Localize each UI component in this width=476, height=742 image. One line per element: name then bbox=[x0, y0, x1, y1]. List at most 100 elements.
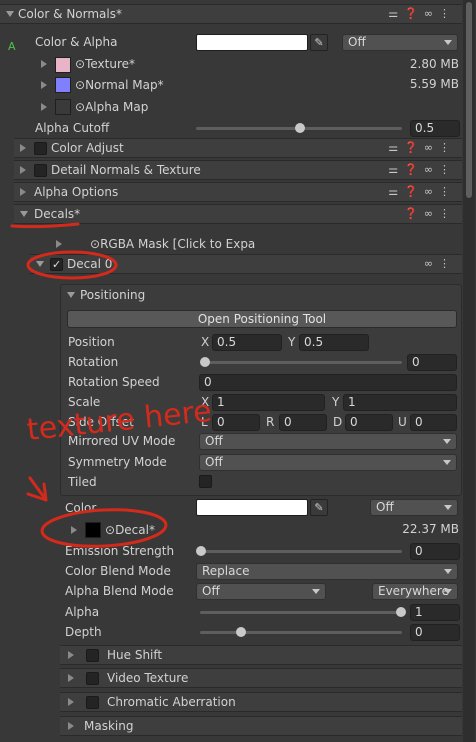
expand-triangle-icon[interactable] bbox=[20, 166, 26, 174]
alpha-blend-mode-label: Alpha Blend Mode bbox=[65, 584, 174, 598]
decal-0-checkbox[interactable] bbox=[50, 257, 63, 271]
decal-thumbnail[interactable] bbox=[85, 522, 101, 538]
settings-sliders-icon[interactable]: ⚌ bbox=[388, 163, 398, 176]
rotation-slider[interactable] bbox=[202, 361, 402, 364]
alpha-blend-scope-dropdown[interactable]: Everywhere bbox=[372, 583, 458, 600]
more-menu-icon[interactable]: ⋮ bbox=[439, 207, 450, 220]
scale-y-field[interactable]: 1 bbox=[343, 394, 457, 411]
slider-knob[interactable] bbox=[396, 607, 406, 617]
expand-triangle-icon[interactable] bbox=[41, 60, 47, 68]
scrollbar-thumb[interactable] bbox=[466, 2, 472, 198]
color-adjust-checkbox[interactable] bbox=[34, 141, 47, 155]
link-icon[interactable]: ∞ bbox=[424, 207, 433, 220]
expand-triangle-icon[interactable] bbox=[36, 261, 44, 267]
masking-header[interactable]: Masking bbox=[60, 716, 462, 736]
link-icon[interactable]: ∞ bbox=[424, 163, 433, 176]
depth-field[interactable]: 0 bbox=[410, 624, 460, 641]
vertical-scrollbar[interactable] bbox=[463, 0, 475, 742]
slider-knob[interactable] bbox=[236, 627, 246, 637]
rgba-mask-label[interactable]: ⊙RGBA Mask [Click to Expa bbox=[90, 237, 255, 251]
help-icon[interactable]: ❓ bbox=[404, 163, 418, 176]
expand-triangle-icon[interactable] bbox=[20, 211, 28, 217]
expand-triangle-icon[interactable] bbox=[68, 674, 74, 682]
expand-triangle-icon[interactable] bbox=[6, 11, 14, 17]
video-texture-checkbox[interactable] bbox=[86, 671, 99, 685]
texture-thumbnail[interactable] bbox=[55, 57, 71, 73]
emission-strength-field[interactable]: 0 bbox=[410, 543, 460, 560]
rotation-speed-field[interactable]: 0 bbox=[199, 374, 457, 391]
alpha-cutoff-field[interactable]: 0.5 bbox=[410, 120, 460, 137]
link-icon[interactable]: ∞ bbox=[424, 257, 433, 270]
more-menu-icon[interactable]: ⋮ bbox=[439, 163, 450, 176]
alpha-map-thumbnail[interactable] bbox=[55, 99, 71, 115]
expand-triangle-icon[interactable] bbox=[20, 188, 26, 196]
rotation-field[interactable]: 0 bbox=[407, 354, 457, 371]
mirrored-uv-dropdown[interactable]: Off bbox=[199, 433, 457, 450]
expand-triangle-icon[interactable] bbox=[68, 698, 74, 706]
decal-color-label: Color bbox=[65, 501, 97, 515]
annotation-arrow bbox=[26, 476, 48, 502]
decal-color-mode-dropdown[interactable]: Off bbox=[370, 499, 458, 516]
decals-header[interactable]: Decals* ❓ ∞ ⋮ bbox=[14, 204, 462, 224]
slider-knob[interactable] bbox=[196, 546, 206, 556]
eyedropper-icon[interactable]: ✎ bbox=[310, 499, 328, 516]
video-texture-header[interactable]: Video Texture bbox=[60, 668, 462, 688]
side-offset-u-field[interactable]: 0 bbox=[410, 414, 457, 431]
expand-triangle-icon[interactable] bbox=[68, 651, 74, 659]
position-x-field[interactable]: 0.5 bbox=[212, 334, 282, 351]
chromatic-aberration-checkbox[interactable] bbox=[86, 695, 99, 709]
scale-x-field[interactable]: 1 bbox=[212, 394, 325, 411]
emission-strength-slider[interactable] bbox=[200, 550, 402, 553]
symmetry-mode-dropdown[interactable]: Off bbox=[199, 454, 457, 471]
side-offset-r-field[interactable]: 0 bbox=[279, 414, 327, 431]
expand-triangle-icon[interactable] bbox=[56, 240, 62, 248]
settings-sliders-icon[interactable]: ⚌ bbox=[388, 185, 398, 198]
alpha-blend-mode-dropdown[interactable]: Off bbox=[196, 583, 326, 600]
position-y-field[interactable]: 0.5 bbox=[299, 334, 369, 351]
color-alpha-mode-dropdown[interactable]: Off bbox=[342, 34, 458, 51]
expand-triangle-icon[interactable] bbox=[20, 144, 26, 152]
color-adjust-header[interactable]: Color Adjust ⚌ ❓ ∞ ⋮ bbox=[14, 138, 462, 158]
settings-sliders-icon[interactable]: ⚌ bbox=[388, 141, 398, 154]
help-icon[interactable]: ❓ bbox=[404, 141, 418, 154]
alpha-slider[interactable] bbox=[200, 611, 402, 614]
more-menu-icon[interactable]: ⋮ bbox=[439, 185, 450, 198]
alpha-options-header[interactable]: Alpha Options ⚌ ❓ ∞ ⋮ bbox=[14, 182, 462, 202]
decal-color-swatch[interactable] bbox=[196, 499, 308, 516]
link-icon[interactable]: ∞ bbox=[424, 185, 433, 198]
side-offset-d-field[interactable]: 0 bbox=[345, 414, 393, 431]
depth-slider[interactable] bbox=[200, 631, 402, 634]
expand-triangle-icon[interactable] bbox=[68, 722, 74, 730]
hue-shift-checkbox[interactable] bbox=[86, 648, 99, 662]
help-icon[interactable]: ❓ bbox=[404, 185, 418, 198]
expand-triangle-icon[interactable] bbox=[41, 81, 47, 89]
side-offset-l-field[interactable]: 0 bbox=[212, 414, 260, 431]
expand-triangle-icon[interactable] bbox=[67, 292, 75, 298]
eyedropper-icon[interactable]: ✎ bbox=[310, 34, 328, 51]
detail-normals-checkbox[interactable] bbox=[34, 163, 47, 177]
link-icon[interactable]: ∞ bbox=[424, 7, 433, 20]
expand-triangle-icon[interactable] bbox=[41, 103, 47, 111]
help-icon[interactable]: ❓ bbox=[404, 7, 418, 20]
tiled-checkbox[interactable] bbox=[199, 475, 212, 488]
alpha-field[interactable]: 1 bbox=[410, 604, 460, 621]
detail-normals-header[interactable]: Detail Normals & Texture ⚌ ❓ ∞ ⋮ bbox=[14, 160, 462, 180]
settings-sliders-icon[interactable]: ⚌ bbox=[388, 7, 398, 20]
chromatic-aberration-header[interactable]: Chromatic Aberration bbox=[60, 692, 462, 712]
more-menu-icon[interactable]: ⋮ bbox=[439, 257, 450, 270]
slider-knob[interactable] bbox=[200, 357, 210, 367]
more-menu-icon[interactable]: ⋮ bbox=[439, 7, 450, 20]
decal-0-header[interactable]: Decal 0 ∞ ⋮ bbox=[30, 254, 462, 274]
color-blend-mode-dropdown[interactable]: Replace bbox=[196, 563, 458, 580]
expand-triangle-icon[interactable] bbox=[71, 526, 77, 534]
slider-knob[interactable] bbox=[295, 123, 305, 133]
color-alpha-swatch[interactable] bbox=[196, 34, 308, 51]
link-icon[interactable]: ∞ bbox=[424, 141, 433, 154]
emission-strength-label: Emission Strength bbox=[65, 544, 175, 558]
help-icon[interactable]: ❓ bbox=[404, 207, 418, 220]
color-normals-header[interactable]: Color & Normals* ⚌ ❓ ∞ ⋮ bbox=[0, 4, 462, 24]
normal-map-thumbnail[interactable] bbox=[55, 77, 71, 93]
more-menu-icon[interactable]: ⋮ bbox=[439, 141, 450, 154]
open-positioning-tool-button[interactable]: Open Positioning Tool bbox=[67, 310, 457, 328]
hue-shift-header[interactable]: Hue Shift bbox=[60, 645, 462, 665]
